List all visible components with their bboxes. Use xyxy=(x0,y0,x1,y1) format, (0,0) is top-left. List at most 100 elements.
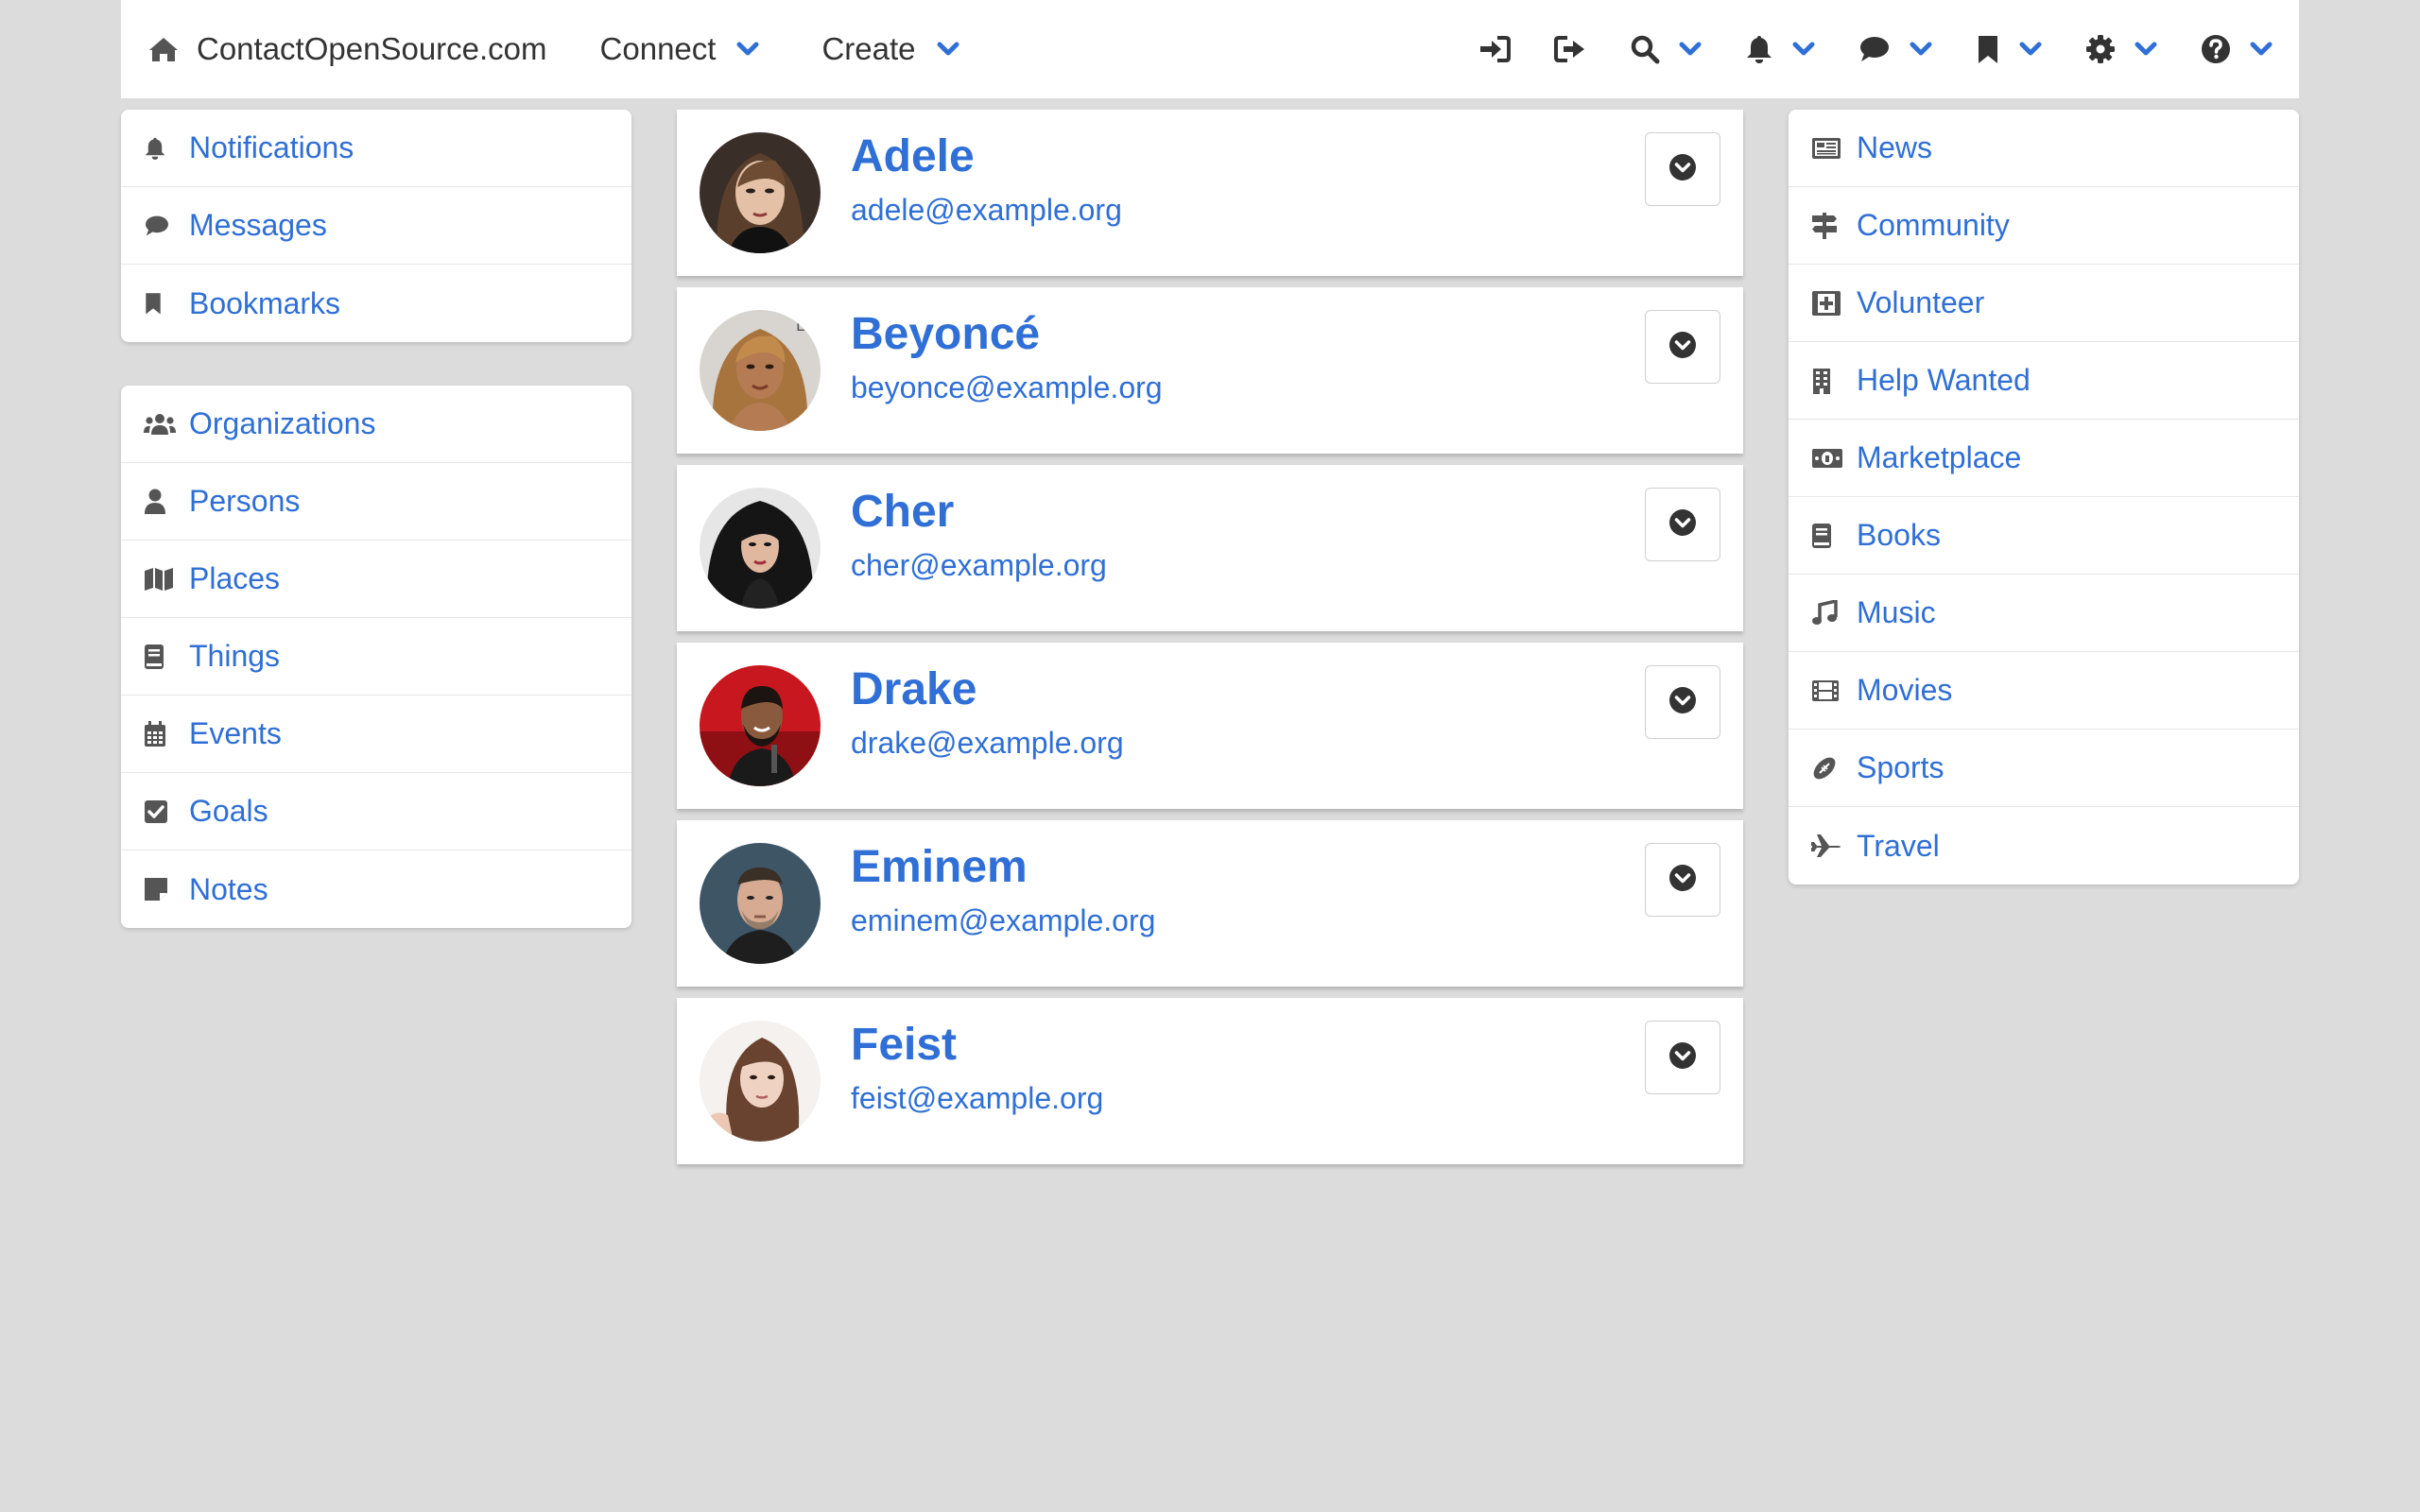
brand-label: ContactOpenSource.com xyxy=(197,31,547,66)
person-card: Adele adele@example.org xyxy=(677,110,1743,276)
sign-in-button[interactable] xyxy=(1478,35,1511,63)
chevron-circle-down-icon xyxy=(1668,331,1697,364)
sidebar-item-movies[interactable]: Movies xyxy=(1789,652,2299,730)
sticky-note-icon xyxy=(144,877,178,902)
sidebar-item-label: Events xyxy=(189,716,282,750)
person-email[interactable]: cher@example.org xyxy=(851,548,1107,583)
person-email[interactable]: drake@example.org xyxy=(851,726,1124,761)
sidebar-item-community[interactable]: Community xyxy=(1789,187,2299,265)
plane-icon xyxy=(1811,833,1845,859)
sidebar-item-marketplace[interactable]: Marketplace xyxy=(1789,420,2299,497)
bell-icon xyxy=(1745,34,1773,64)
sidebar-item-notes[interactable]: Notes xyxy=(121,850,631,928)
avatar[interactable] xyxy=(700,1021,821,1142)
avatar[interactable] xyxy=(700,488,821,609)
person-name[interactable]: Feist xyxy=(851,1019,957,1071)
sidebar-item-organizations[interactable]: Organizations xyxy=(121,386,631,463)
person-actions-dropdown[interactable] xyxy=(1645,132,1720,206)
person-name[interactable]: Beyoncé xyxy=(851,308,1040,360)
money-bill-icon xyxy=(1811,448,1845,469)
person-name[interactable]: Eminem xyxy=(851,841,1028,893)
chevron-circle-down-icon xyxy=(1668,508,1697,541)
newspaper-icon xyxy=(1811,137,1845,160)
signs-icon xyxy=(1811,212,1845,239)
avatar[interactable] xyxy=(700,665,821,786)
sidebar-item-messages[interactable]: Messages xyxy=(121,187,631,265)
sidebar-item-bookmarks[interactable]: Bookmarks xyxy=(121,265,631,342)
person-actions-dropdown[interactable] xyxy=(1645,310,1720,384)
left-personal-panel: Notifications Messages Bookmarks xyxy=(121,110,631,342)
sidebar-item-label: Books xyxy=(1857,518,1941,552)
question-circle-icon xyxy=(2201,34,2231,64)
sidebar-item-notifications[interactable]: Notifications xyxy=(121,110,631,187)
chevron-circle-down-icon xyxy=(1668,864,1697,897)
top-navbar: ContactOpenSource.com Connect Create xyxy=(121,0,2299,98)
sidebar-item-goals[interactable]: Goals xyxy=(121,773,631,850)
settings-menu[interactable] xyxy=(2085,34,2157,64)
person-name[interactable]: Cher xyxy=(851,486,954,538)
comment-icon xyxy=(144,215,178,237)
bookmarks-menu[interactable] xyxy=(1976,34,2042,64)
sidebar-item-travel[interactable]: Travel xyxy=(1789,807,2299,885)
map-icon xyxy=(144,567,178,592)
sidebar-item-volunteer[interactable]: Volunteer xyxy=(1789,265,2299,342)
svg-text:L: L xyxy=(796,317,804,335)
sidebar-item-music[interactable]: Music xyxy=(1789,575,2299,652)
person-actions-dropdown[interactable] xyxy=(1645,665,1720,739)
sidebar-item-label: Things xyxy=(189,639,281,673)
person-name[interactable]: Drake xyxy=(851,663,977,715)
sidebar-item-label: Organizations xyxy=(189,406,376,440)
first-aid-icon xyxy=(1811,290,1845,317)
sign-out-button[interactable] xyxy=(1554,35,1586,63)
notifications-menu[interactable] xyxy=(1745,34,1815,64)
sidebar-item-books[interactable]: Books xyxy=(1789,497,2299,575)
brand-link[interactable]: ContactOpenSource.com xyxy=(140,0,555,98)
sidebar-item-label: Volunteer xyxy=(1857,285,1985,319)
search-icon xyxy=(1630,34,1660,64)
person-actions-dropdown[interactable] xyxy=(1645,1021,1720,1094)
users-icon xyxy=(144,413,178,436)
person-email[interactable]: feist@example.org xyxy=(851,1081,1103,1116)
book-icon xyxy=(1811,523,1845,549)
sidebar-item-sports[interactable]: Sports xyxy=(1789,730,2299,807)
chevron-circle-down-icon xyxy=(1668,686,1697,719)
avatar[interactable]: L xyxy=(700,310,821,431)
search-menu[interactable] xyxy=(1630,34,1702,64)
person-email[interactable]: eminem@example.org xyxy=(851,903,1155,938)
avatar[interactable] xyxy=(700,843,821,964)
sidebar-item-places[interactable]: Places xyxy=(121,541,631,618)
sidebar-item-label: News xyxy=(1857,130,1933,164)
person-card: Cher cher@example.org xyxy=(677,465,1743,631)
football-icon xyxy=(1811,755,1845,782)
person-email[interactable]: adele@example.org xyxy=(851,193,1122,228)
person-actions-dropdown[interactable] xyxy=(1645,488,1720,561)
help-menu[interactable] xyxy=(2201,34,2273,64)
sidebar-item-label: Travel xyxy=(1857,828,1940,863)
user-icon xyxy=(144,489,178,515)
avatar[interactable] xyxy=(700,132,821,253)
sidebar-item-label: Messages xyxy=(189,208,327,242)
chevron-down-icon xyxy=(1792,42,1815,57)
sidebar-item-persons[interactable]: Persons xyxy=(121,463,631,541)
create-menu[interactable]: Create xyxy=(821,31,959,67)
left-entities-panel: Organizations Persons Places Things Even… xyxy=(121,386,631,928)
messages-menu[interactable] xyxy=(1858,35,1932,63)
sign-in-icon xyxy=(1478,35,1511,63)
music-icon xyxy=(1811,599,1845,627)
chevron-down-icon xyxy=(937,42,959,57)
person-actions-dropdown[interactable] xyxy=(1645,843,1720,917)
sidebar-item-events[interactable]: Events xyxy=(121,696,631,773)
sidebar-item-help-wanted[interactable]: Help Wanted xyxy=(1789,342,2299,420)
chevron-circle-down-icon xyxy=(1668,153,1697,186)
chevron-down-icon xyxy=(1910,42,1932,57)
chevron-down-icon xyxy=(2135,42,2157,57)
chevron-down-icon xyxy=(736,42,759,57)
chevron-down-icon xyxy=(2019,42,2042,57)
sidebar-item-label: Notes xyxy=(189,871,268,906)
connect-menu[interactable]: Connect xyxy=(600,31,760,67)
sidebar-item-news[interactable]: News xyxy=(1789,110,2299,187)
sidebar-item-label: Community xyxy=(1857,208,2010,242)
sidebar-item-things[interactable]: Things xyxy=(121,618,631,696)
person-name[interactable]: Adele xyxy=(851,130,975,182)
person-email[interactable]: beyonce@example.org xyxy=(851,370,1163,405)
